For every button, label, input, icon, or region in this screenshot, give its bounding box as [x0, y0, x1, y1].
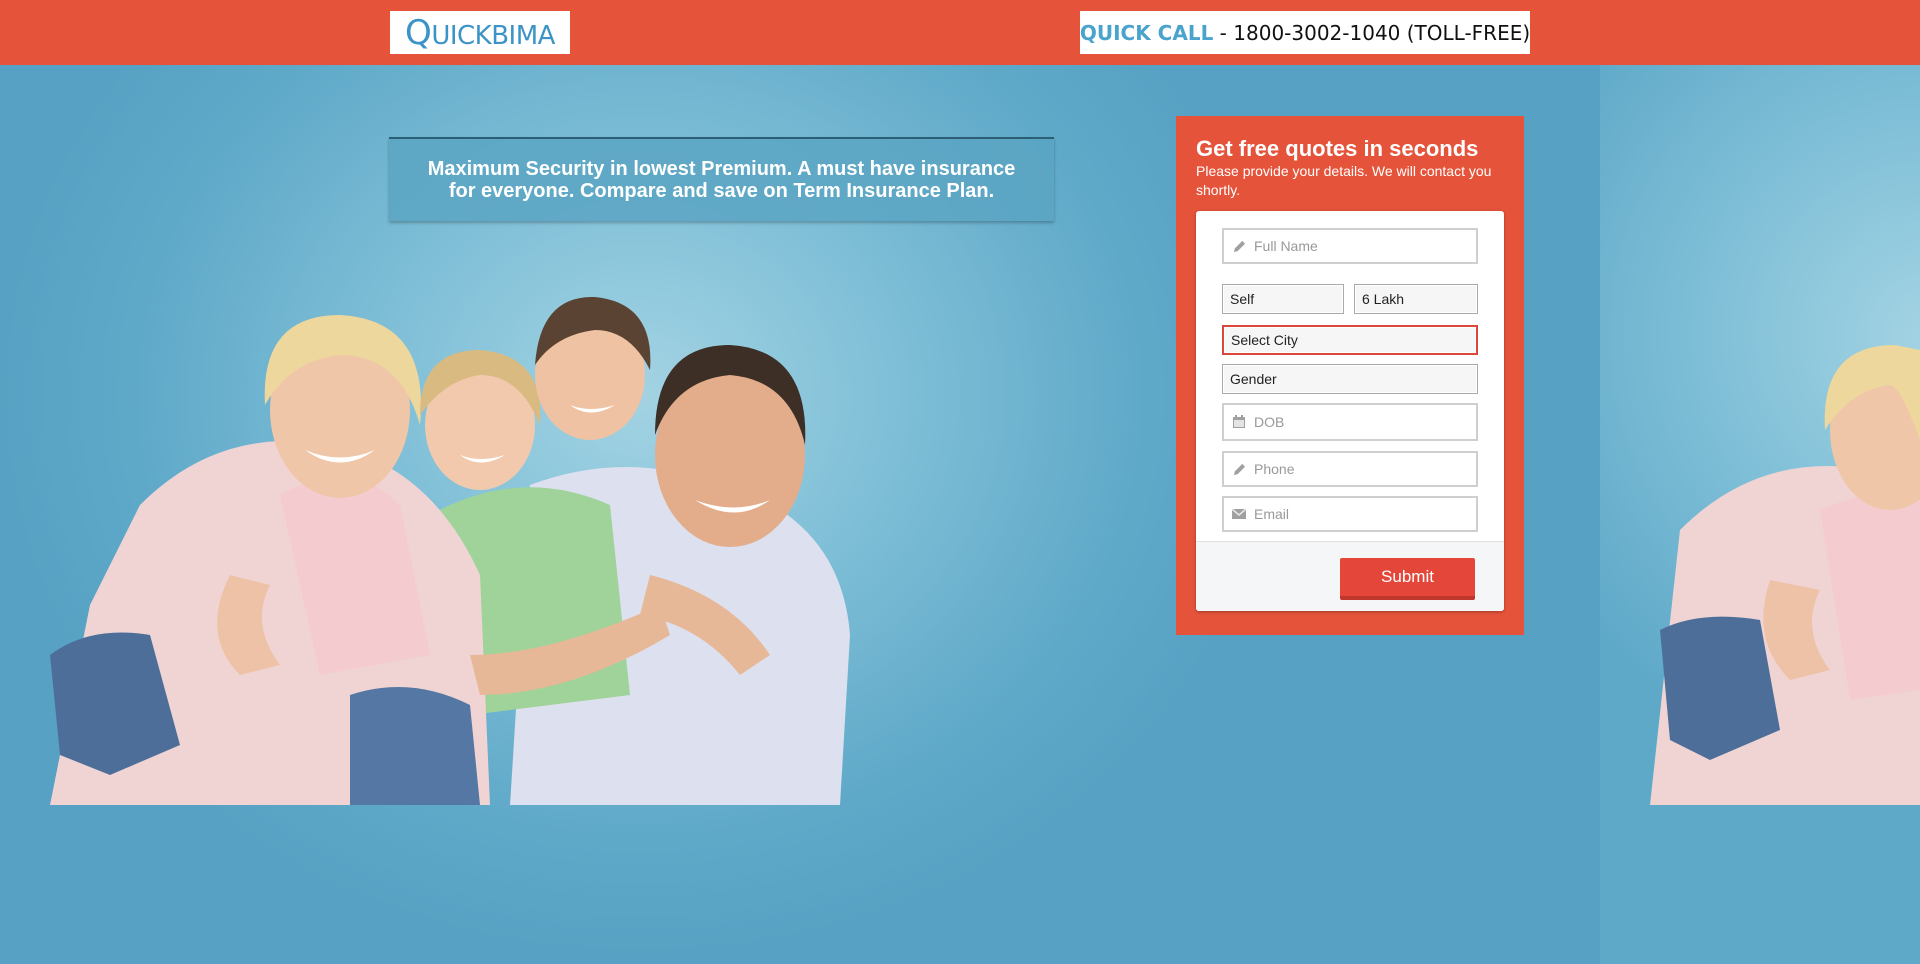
- relation-select[interactable]: Self: [1222, 284, 1344, 314]
- quick-call-number[interactable]: 1800-3002-1040 (TOLL-FREE): [1233, 21, 1530, 45]
- quick-call-separator: -: [1213, 20, 1234, 45]
- gender-value: Gender: [1230, 371, 1277, 387]
- calendar-icon: [1232, 415, 1246, 429]
- form-title: Get free quotes in seconds: [1196, 136, 1479, 161]
- full-name-field[interactable]: Full Name: [1222, 228, 1478, 264]
- dob-field[interactable]: DOB: [1222, 403, 1478, 441]
- email-field[interactable]: Email: [1222, 496, 1478, 532]
- gender-select[interactable]: Gender: [1222, 364, 1478, 394]
- form-footer: Submit: [1196, 541, 1504, 611]
- city-select[interactable]: Select City: [1222, 325, 1478, 355]
- relation-value: Self: [1230, 291, 1255, 307]
- form-subtitle: Please provide your details. We will con…: [1196, 163, 1492, 198]
- pencil-icon: [1232, 462, 1246, 476]
- logo-rest: UICKBIMA: [431, 20, 555, 51]
- email-placeholder: Email: [1254, 506, 1290, 522]
- family-photo-repeat: [1650, 345, 1920, 805]
- quote-form: Full Name Self 6 Lakh Select City Gender…: [1196, 211, 1504, 611]
- quote-form-panel: Get free quotes in seconds Please provid…: [1176, 116, 1524, 635]
- pencil-icon: [1232, 239, 1246, 253]
- submit-button[interactable]: Submit: [1340, 558, 1475, 600]
- logo-initial: Q: [405, 12, 432, 53]
- full-name-placeholder: Full Name: [1254, 238, 1318, 254]
- hero-tagline: Maximum Security in lowest Premium. A mu…: [389, 137, 1054, 221]
- family-photo: [50, 296, 850, 805]
- hero-tagline-text: Maximum Security in lowest Premium. A mu…: [427, 158, 1016, 202]
- envelope-icon: [1232, 507, 1246, 521]
- phone-field[interactable]: Phone: [1222, 451, 1478, 487]
- top-bar: QUICKBIMA QUICK CALL - 1800-3002-1040 (T…: [0, 0, 1920, 65]
- phone-placeholder: Phone: [1254, 461, 1295, 477]
- city-value: Select City: [1231, 332, 1298, 348]
- dob-placeholder: DOB: [1254, 414, 1285, 430]
- cover-amount-value: 6 Lakh: [1362, 291, 1405, 307]
- quick-call-box: QUICK CALL - 1800-3002-1040 (TOLL-FREE): [1080, 11, 1530, 54]
- logo[interactable]: QUICKBIMA: [390, 11, 570, 54]
- logo-text: QUICKBIMA: [405, 13, 555, 53]
- cover-amount-select[interactable]: 6 Lakh: [1354, 284, 1478, 314]
- quick-call-label: QUICK CALL: [1079, 20, 1214, 45]
